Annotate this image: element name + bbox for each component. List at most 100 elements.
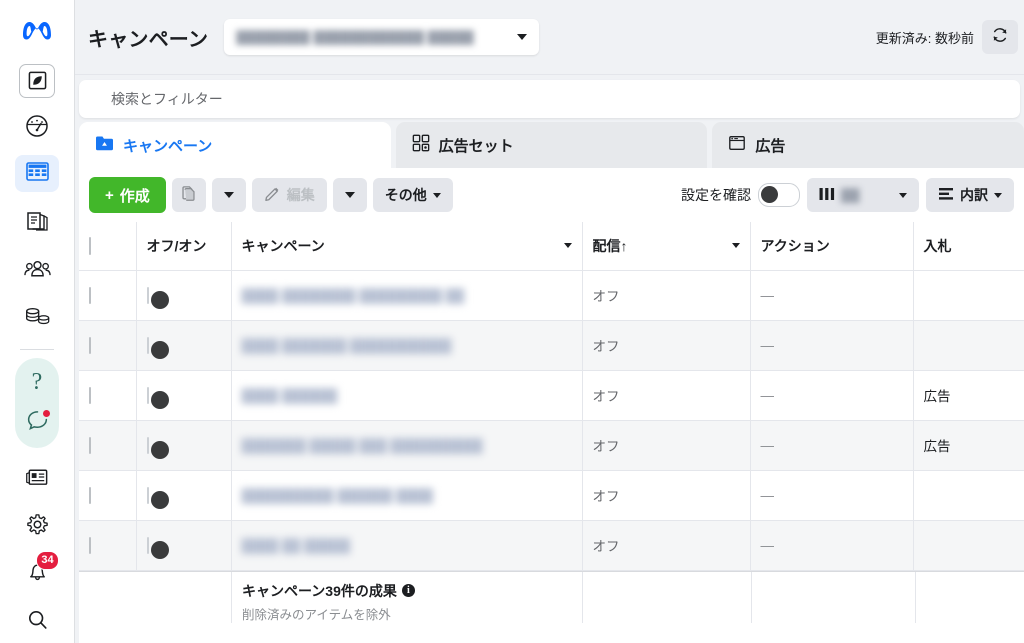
row-campaign-name-cell[interactable]: ████ ██ █████ [231, 520, 583, 571]
entity-tabs: キャンペーン 広告セット 広告 [79, 122, 1024, 168]
row-checkbox[interactable] [89, 386, 91, 404]
row-bid-cell: 広告 [913, 420, 1024, 471]
bell-icon[interactable]: 34 [15, 551, 59, 590]
delivery-status: オフ [592, 539, 620, 554]
table-row[interactable]: ███████ █████ ███ ██████████ オフ — 広告 [79, 420, 1024, 471]
row-toggle-cell[interactable] [136, 470, 232, 521]
row-campaign-name-cell[interactable]: ██████████ ██████ ████ [231, 470, 583, 521]
campaigns-table: オフ/オン キャンペーン 配信↑ アクション 入札 ████ ████████ … [79, 222, 1024, 571]
bid-value: 広告 [923, 389, 951, 404]
delivery-status: オフ [592, 439, 620, 454]
table-row[interactable]: ████ ██████ オフ — 広告 [79, 370, 1024, 421]
select-all-checkbox[interactable] [89, 236, 91, 255]
row-checkbox[interactable] [89, 336, 91, 354]
breakdown-label: 内訳 [960, 187, 988, 203]
row-checkbox[interactable] [89, 486, 91, 504]
create-button[interactable]: + 作成 [89, 177, 166, 213]
campaign-onoff-toggle[interactable] [146, 386, 169, 409]
refresh-button[interactable] [982, 20, 1018, 54]
summary-subtitle: 削除済みのアイテムを除外 [242, 607, 391, 622]
table-row[interactable]: ████ ██ █████ オフ — [79, 520, 1024, 571]
row-action-cell: — [750, 270, 914, 321]
help-icon[interactable]: ? [15, 366, 59, 400]
action-value: — [760, 337, 775, 353]
meta-logo-icon[interactable] [20, 18, 54, 47]
billing-icon[interactable] [15, 297, 59, 334]
campaign-onoff-toggle[interactable] [146, 536, 169, 559]
more-actions-button[interactable]: その他 [372, 178, 453, 212]
table-row[interactable]: ██████████ ██████ ████ オフ — [79, 470, 1024, 521]
row-toggle-cell[interactable] [136, 320, 232, 371]
column-header-onoff-label: オフ/オン [146, 237, 207, 254]
search-icon[interactable] [15, 601, 59, 638]
row-select-cell[interactable] [79, 520, 137, 571]
audience-icon[interactable] [15, 250, 59, 287]
toggle-knob [150, 440, 169, 459]
campaign-name: ████ ██████ [241, 387, 338, 403]
table-row[interactable]: ████ ███████ ███████████ オフ — [79, 320, 1024, 371]
column-header-delivery[interactable]: 配信↑ [582, 222, 751, 271]
table-row[interactable]: ████ ████████ █████████ ██ オフ — [79, 270, 1024, 321]
campaign-onoff-toggle[interactable] [146, 286, 169, 309]
campaign-onoff-toggle[interactable] [146, 336, 169, 359]
row-campaign-name-cell[interactable]: ████ ███████ ███████████ [231, 320, 583, 371]
row-select-cell[interactable] [79, 470, 137, 521]
news-icon[interactable] [15, 459, 59, 496]
table-body: ████ ████████ █████████ ██ オフ — ████ ███… [79, 270, 1024, 571]
duplicate-button[interactable] [171, 178, 206, 212]
edit-button[interactable]: 編集 [251, 178, 327, 212]
campaigns-table-container[interactable]: オフ/オン キャンペーン 配信↑ アクション 入札 ████ ████████ … [79, 222, 1024, 643]
row-select-cell[interactable] [79, 320, 137, 371]
chevron-down-icon[interactable] [731, 243, 740, 249]
row-campaign-name-cell[interactable]: ███████ █████ ███ ██████████ [231, 420, 583, 471]
pencil-icon [264, 185, 281, 205]
row-bid-cell [913, 470, 1024, 521]
summary-action-cell [752, 571, 916, 623]
row-campaign-name-cell[interactable]: ████ ██████ [231, 370, 583, 421]
pages-icon[interactable] [15, 202, 59, 239]
row-toggle-cell[interactable] [136, 520, 232, 571]
sidebar-item-table-campaigns[interactable] [15, 155, 59, 193]
tab-ads-label: 広告 [755, 137, 786, 155]
tab-ads[interactable]: 広告 [712, 122, 1024, 168]
info-icon[interactable]: i [401, 584, 415, 597]
chat-icon[interactable] [15, 404, 59, 438]
row-checkbox[interactable] [89, 286, 91, 304]
columns-button[interactable]: ██ [807, 178, 919, 212]
row-select-cell[interactable] [79, 270, 137, 321]
row-select-cell[interactable] [79, 420, 137, 471]
edit-dropdown-button[interactable] [332, 178, 367, 212]
gauge-icon[interactable] [15, 108, 59, 145]
account-selector-dropdown[interactable]: ████████ ████████████ █████ [224, 19, 540, 55]
campaign-onoff-toggle[interactable] [146, 486, 169, 509]
breakdown-button[interactable]: 内訳 [926, 178, 1014, 212]
chevron-down-icon[interactable] [563, 243, 572, 249]
summary-spacer-cell [79, 571, 232, 623]
column-header-action: アクション [750, 222, 914, 271]
campaign-onoff-toggle[interactable] [146, 436, 169, 459]
toolbar-right-group: 設定を確認 ██ 内訳 [681, 178, 1014, 212]
column-header-campaign[interactable]: キャンペーン [231, 222, 583, 271]
tab-adsets[interactable]: 広告セット [395, 122, 708, 168]
summary-title-cell: キャンペーン39件の成果 i 削除済みのアイテムを除外 [232, 571, 583, 623]
row-toggle-cell[interactable] [136, 270, 232, 321]
column-header-onoff: オフ/オン [136, 222, 232, 271]
tab-campaigns[interactable]: キャンペーン [79, 122, 391, 168]
row-campaign-name-cell[interactable]: ████ ████████ █████████ ██ [231, 270, 583, 321]
settings-gear-icon[interactable] [15, 506, 59, 543]
search-input[interactable]: 検索とフィルター [79, 79, 1020, 118]
duplicate-dropdown-button[interactable] [211, 178, 246, 212]
toggle-knob [150, 390, 169, 409]
review-settings-toggle[interactable] [758, 183, 800, 207]
page-title: キャンペーン [88, 28, 209, 51]
create-button-label: 作成 [119, 187, 150, 205]
row-checkbox[interactable] [89, 436, 91, 454]
row-checkbox[interactable] [89, 536, 91, 554]
row-toggle-cell[interactable] [136, 370, 232, 421]
row-select-cell[interactable] [79, 370, 137, 421]
delivery-status: オフ [592, 289, 620, 304]
leaf-icon[interactable] [19, 64, 55, 98]
row-toggle-cell[interactable] [136, 420, 232, 471]
duplicate-icon [180, 185, 197, 205]
select-all-header[interactable] [79, 222, 137, 271]
